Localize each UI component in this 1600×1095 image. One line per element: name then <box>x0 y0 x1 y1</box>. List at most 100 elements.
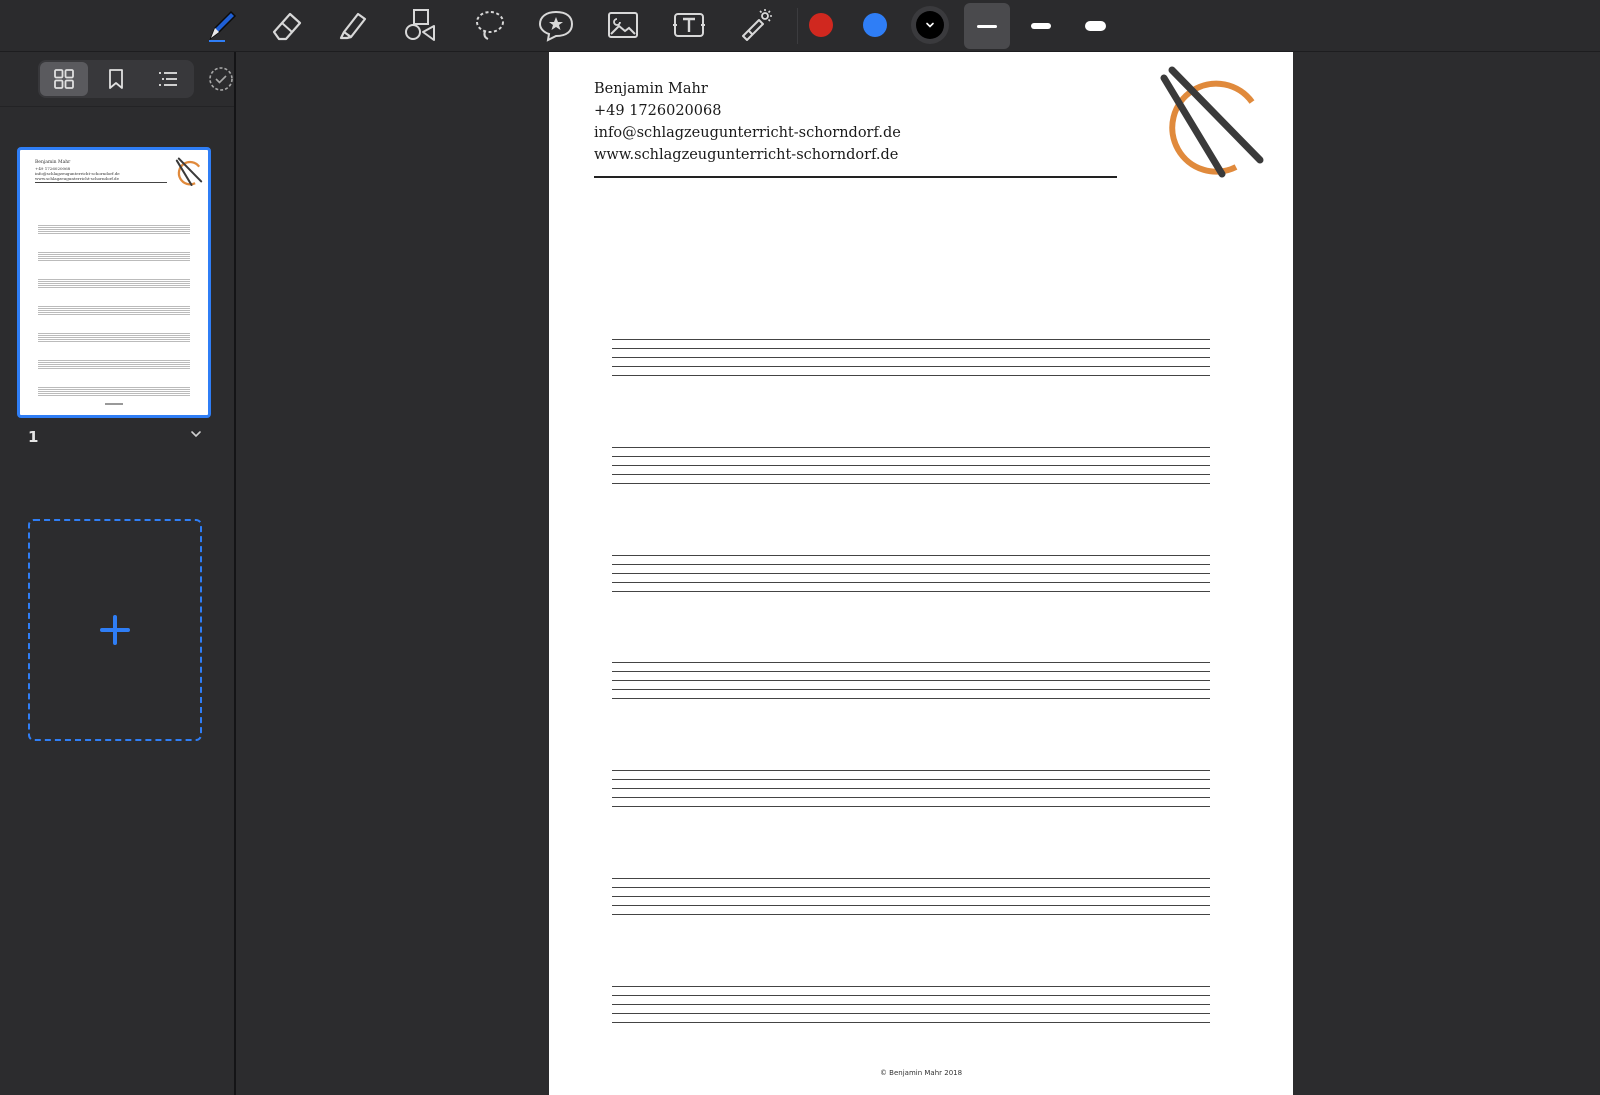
text-tool-button[interactable] <box>666 2 712 48</box>
staff-line <box>612 914 1210 915</box>
outline-list-icon <box>159 72 177 86</box>
staff-line <box>612 689 1210 691</box>
pen-tool-button[interactable] <box>199 2 245 48</box>
thumbnail-staff-line <box>38 387 190 388</box>
staff-line <box>612 554 1210 556</box>
pen-icon <box>209 10 237 42</box>
contact-name: Benjamin Mahr <box>594 81 708 97</box>
music-staff <box>612 878 1210 916</box>
staff-line <box>612 473 1210 475</box>
thumbnail-staff-line <box>38 393 190 394</box>
staff-line <box>612 662 1210 664</box>
thumbnail-staff-line <box>38 368 190 369</box>
annotation-toolbar <box>0 0 1600 52</box>
thumbnail-staff-line <box>38 285 190 286</box>
music-staff <box>612 446 1210 485</box>
music-staff <box>612 662 1210 700</box>
staff-line <box>612 985 1210 987</box>
thumbnail-header-rule <box>35 182 167 183</box>
bookmarks-view-button[interactable] <box>92 62 140 96</box>
thumbnail-website: www.schlagzeugunterricht-schorndorf.de <box>35 176 119 181</box>
staff-line <box>612 680 1210 682</box>
staff-line <box>612 698 1210 700</box>
highlighter-tool-button[interactable] <box>330 2 376 48</box>
thumbnail-staff-line <box>38 256 190 257</box>
staff-line <box>612 1003 1210 1005</box>
thumbnail-staff-line <box>38 225 190 226</box>
check-circle-icon <box>209 67 233 91</box>
staff-line <box>612 887 1210 888</box>
staff-line <box>612 348 1210 349</box>
thumbnail-logo <box>175 157 203 186</box>
thumbnails-view-button[interactable] <box>40 62 88 96</box>
laser-pointer-icon <box>742 9 772 41</box>
shapes-icon <box>405 9 435 41</box>
outline-view-button[interactable] <box>144 62 192 96</box>
color-swatch-black-selected[interactable] <box>911 6 949 44</box>
music-staff <box>612 339 1210 377</box>
staff-line <box>612 446 1210 448</box>
thumbnail-footer <box>105 403 123 405</box>
highlighter-icon <box>339 12 367 40</box>
thumbnail-staff-line <box>38 310 190 311</box>
thumbnail-staff-line <box>38 360 190 361</box>
color-swatch-black <box>916 11 944 39</box>
color-swatch-blue[interactable] <box>863 13 887 37</box>
stroke-width-thin-button[interactable] <box>964 3 1010 49</box>
plus-icon <box>100 615 130 645</box>
staff-line <box>612 581 1210 583</box>
page-number-label: 1 <box>28 428 39 446</box>
staff-line <box>612 878 1210 879</box>
stroke-width-thick-button[interactable] <box>1072 3 1118 49</box>
sidebar-divider <box>0 106 234 107</box>
document-page[interactable]: Benjamin Mahr +49 1726020068 info@schlag… <box>549 52 1293 1095</box>
thumbnail-staff-line <box>38 362 190 363</box>
eraser-icon <box>272 12 302 41</box>
staff-line <box>612 590 1210 592</box>
laser-pointer-tool-button[interactable] <box>733 2 779 48</box>
add-page-button[interactable] <box>28 519 202 741</box>
staff-line <box>612 482 1210 484</box>
staff-line <box>612 671 1210 673</box>
thumbnail-staff-line <box>38 306 190 307</box>
music-staff <box>612 554 1210 593</box>
thumbnail-staff-line <box>38 337 190 338</box>
music-staff <box>612 770 1210 808</box>
image-tool-button[interactable] <box>600 2 646 48</box>
staff-line <box>612 1012 1210 1014</box>
sticker-tool-button[interactable] <box>533 2 579 48</box>
thumbnail-staff-line <box>38 308 190 309</box>
thumbnail-staff-line <box>38 252 190 253</box>
eraser-tool-button[interactable] <box>264 2 310 48</box>
thumbnail-name: Benjamin Mahr <box>35 160 71 165</box>
staff-line <box>612 806 1210 808</box>
lasso-tool-button[interactable] <box>467 2 513 48</box>
thumbnail-staff-line <box>38 260 190 261</box>
thumbnail-preview: Benjamin Mahr +49 1726020068 info@schlag… <box>23 153 205 412</box>
thumbnail-staff-line <box>38 283 190 284</box>
document-canvas[interactable]: Benjamin Mahr +49 1726020068 info@schlag… <box>236 52 1600 1095</box>
drumsticks-logo <box>1160 66 1264 178</box>
sidebar-view-switcher <box>38 60 194 98</box>
contact-email: info@schlagzeugunterricht-schorndorf.de <box>594 125 901 141</box>
staff-line <box>612 994 1210 996</box>
stroke-thick-icon <box>1084 21 1106 31</box>
staff-line <box>612 779 1210 781</box>
page-options-chevron-icon[interactable] <box>188 426 204 442</box>
page-thumbnail-1[interactable]: Benjamin Mahr +49 1726020068 info@schlag… <box>17 147 211 418</box>
stroke-width-medium-button[interactable] <box>1018 3 1064 49</box>
thumbnail-staff-line <box>38 314 190 315</box>
page-footer: © Benjamin Mahr 2018 <box>879 1069 963 1077</box>
thumbnail-staff-line <box>38 287 190 288</box>
music-staff <box>612 985 1210 1024</box>
thumbnail-staff-line <box>38 312 190 313</box>
header-rule <box>594 176 1117 178</box>
staff-line <box>612 563 1210 565</box>
thumbnail-staff-line <box>38 233 190 234</box>
shapes-tool-button[interactable] <box>398 2 444 48</box>
thumbnail-staff-line <box>38 281 190 282</box>
select-pages-button[interactable] <box>206 64 236 94</box>
color-swatch-red[interactable] <box>809 13 833 37</box>
staff-line <box>612 375 1210 376</box>
stroke-thin-icon <box>977 24 997 28</box>
